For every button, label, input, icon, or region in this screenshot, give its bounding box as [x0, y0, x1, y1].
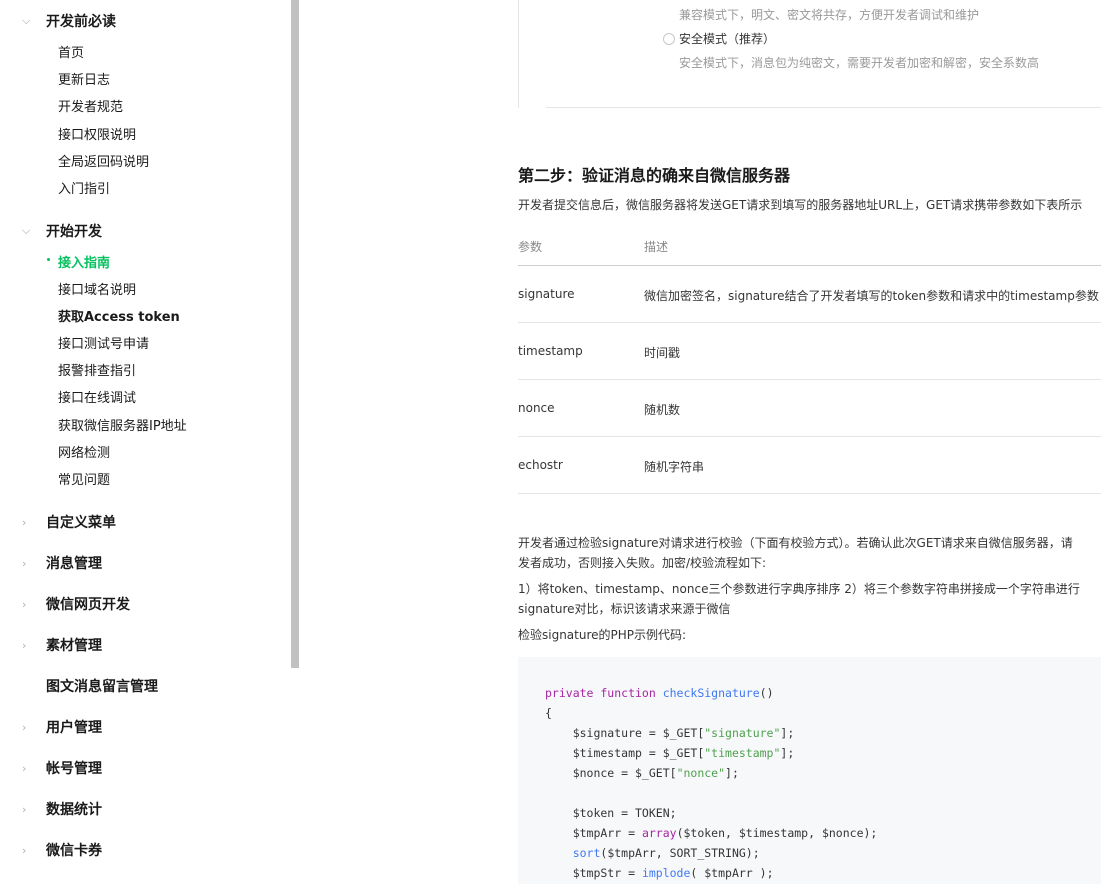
group-label: 帐号管理 — [46, 761, 102, 777]
active-indicator-dot — [47, 258, 50, 261]
group-header-message-mgmt[interactable]: › 消息管理 — [0, 551, 102, 575]
group-label: 素材管理 — [46, 638, 102, 654]
table-cell-desc: 微信加密签名，signature结合了开发者填写的token参数和请求中的tim… — [644, 289, 1099, 303]
sidebar-item-network-check[interactable]: 网络检测 — [58, 440, 110, 462]
verify-paragraph-line2: 发者成功，否则接入失败。加密/校验流程如下: — [518, 556, 767, 570]
sidebar-item-home[interactable]: 首页 — [58, 40, 84, 62]
chevron-right-icon: › — [22, 761, 27, 775]
code-line: $tmpStr = implode( $tmpArr ); — [545, 866, 774, 880]
section-left-rule — [518, 0, 519, 108]
group-header-user-mgmt[interactable]: › 用户管理 — [0, 715, 102, 739]
sidebar-item-server-ip[interactable]: 获取微信服务器IP地址 — [58, 413, 187, 435]
chevron-down-icon: ⌵ — [22, 14, 31, 27]
safe-mode-hint: 安全模式下，消息包为纯密文，需要开发者加密和解密，安全系数高 — [679, 56, 1040, 70]
sidebar-item-faq[interactable]: 常见问题 — [58, 467, 110, 489]
chevron-right-icon: › — [22, 720, 27, 734]
table-cell-desc: 随机字符串 — [644, 460, 705, 474]
sidebar-item-permissions[interactable]: 接口权限说明 — [58, 122, 136, 144]
group-header-material-mgmt[interactable]: › 素材管理 — [0, 633, 102, 657]
group-header-start-dev[interactable]: ⌵ 开始开发 — [0, 219, 102, 243]
table-cell-desc: 时间戳 — [644, 346, 681, 360]
sidebar-item-access-token[interactable]: 获取Access token — [58, 304, 180, 326]
table-header-rule — [518, 265, 1101, 266]
chevron-right-icon: › — [22, 556, 27, 570]
group-header-custom-menu[interactable]: › 自定义菜单 — [0, 510, 116, 534]
sidebar-nav: ⌵ 开发前必读 首页 更新日志 开发者规范 接口权限说明 全局返回码说明 入门指… — [0, 0, 293, 884]
chevron-down-icon: ⌵ — [22, 224, 31, 237]
code-line: $timestamp = $_GET["timestamp"]; — [545, 746, 795, 760]
group-header-wechat-cards[interactable]: › 微信卡券 — [0, 838, 102, 862]
chevron-right-icon: › — [22, 515, 27, 529]
table-row-rule — [518, 436, 1101, 437]
group-label: 自定义菜单 — [46, 515, 116, 531]
steps-paragraph-line1: 1）将token、timestamp、nonce三个参数进行字典序排序 2）将三… — [518, 582, 1080, 596]
compat-mode-hint: 兼容模式下，明文、密文将共存，方便开发者调试和维护 — [679, 8, 980, 22]
chevron-right-icon: › — [22, 843, 27, 857]
chevron-right-icon: › — [22, 597, 27, 611]
group-header-dev-prereq[interactable]: ⌵ 开发前必读 — [0, 9, 116, 33]
group-header-web-dev[interactable]: › 微信网页开发 — [0, 592, 130, 616]
sidebar-item-getting-started[interactable]: 入门指引 — [58, 176, 110, 198]
table-cell-param: echostr — [518, 458, 563, 472]
steps-paragraph-line2: signature对比，标识该请求来源于微信 — [518, 602, 731, 616]
code-line: $tmpArr = array($token, $timestamp, $non… — [545, 826, 878, 840]
sidebar-item-dev-spec[interactable]: 开发者规范 — [58, 94, 123, 116]
table-header-param: 参数 — [518, 240, 543, 254]
code-line: $nonce = $_GET["nonce"]; — [545, 766, 739, 780]
code-line: $token = TOKEN; — [545, 806, 677, 820]
table-row-rule — [518, 379, 1101, 380]
group-header-statistics[interactable]: › 数据统计 — [0, 797, 102, 821]
code-line: { — [545, 706, 552, 720]
verify-paragraph-line1: 开发者通过检验signature对请求进行校验（下面有校验方式）。若确认此次GE… — [518, 536, 1073, 550]
sidebar-item-alarm-guide[interactable]: 报警排查指引 — [58, 358, 136, 380]
chevron-right-icon: › — [22, 638, 27, 652]
safe-mode-radio[interactable] — [663, 33, 675, 45]
table-header-desc: 描述 — [644, 240, 669, 254]
group-label: 微信网页开发 — [46, 597, 130, 613]
sidebar-item-return-codes[interactable]: 全局返回码说明 — [58, 149, 149, 171]
group-label: 数据统计 — [46, 802, 102, 818]
step2-title: 第二步：验证消息的确来自微信服务器 — [518, 166, 791, 185]
group-label: 图文消息留言管理 — [46, 679, 158, 695]
sidebar-scrollbar[interactable] — [291, 0, 299, 668]
step2-intro: 开发者提交信息后，微信服务器将发送GET请求到填写的服务器地址URL上，GET请… — [518, 198, 1083, 212]
chevron-right-icon: › — [22, 802, 27, 816]
code-line: sort($tmpArr, SORT_STRING); — [545, 846, 760, 860]
sidebar-item-access-guide[interactable]: 接入指南 — [58, 250, 110, 272]
group-label: 用户管理 — [46, 720, 102, 736]
sidebar-item-api-domain[interactable]: 接口域名说明 — [58, 277, 136, 299]
safe-mode-label[interactable]: 安全模式（推荐） — [679, 30, 775, 47]
table-cell-param: signature — [518, 287, 575, 301]
code-line: $signature = $_GET["signature"]; — [545, 726, 795, 740]
table-cell-param: nonce — [518, 401, 555, 415]
php-code-caption: 检验signature的PHP示例代码: — [518, 628, 687, 642]
table-row-rule — [518, 493, 1101, 494]
group-label: 开始开发 — [46, 224, 102, 240]
sidebar-item-test-account[interactable]: 接口测试号申请 — [58, 331, 149, 353]
table-cell-param: timestamp — [518, 344, 583, 358]
group-header-comment-mgmt[interactable]: 图文消息留言管理 — [0, 674, 158, 698]
table-row-rule — [518, 322, 1101, 323]
php-code-block: private function checkSignature() { $sig… — [518, 657, 1101, 884]
group-label: 开发前必读 — [46, 14, 116, 30]
divider — [546, 107, 1101, 108]
group-header-account-mgmt[interactable]: › 帐号管理 — [0, 756, 102, 780]
code-line: private function checkSignature() — [545, 686, 774, 700]
sidebar-item-changelog[interactable]: 更新日志 — [58, 67, 110, 89]
group-label: 消息管理 — [46, 556, 102, 572]
table-cell-desc: 随机数 — [644, 403, 681, 417]
sidebar-item-online-debug[interactable]: 接口在线调试 — [58, 385, 136, 407]
group-label: 微信卡券 — [46, 843, 102, 859]
